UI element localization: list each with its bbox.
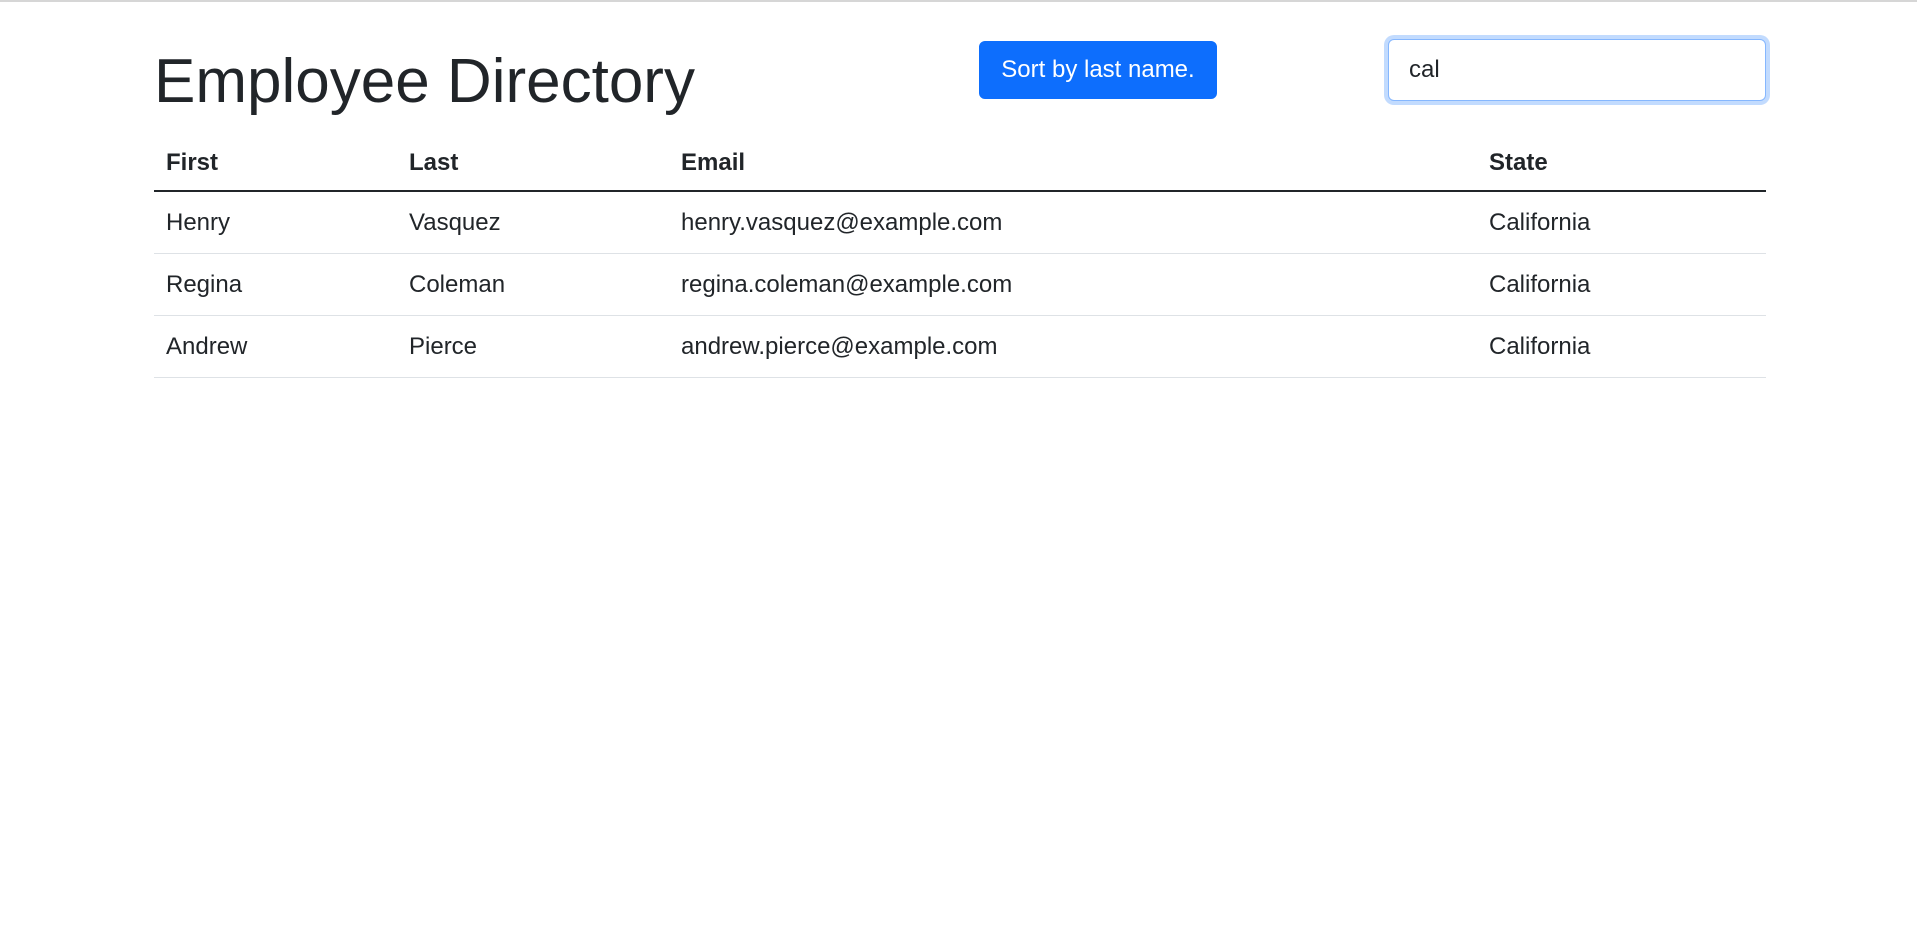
cell-last: Pierce — [397, 315, 669, 378]
page-title: Employee Directory — [154, 47, 695, 116]
table-row: Regina Coleman regina.coleman@example.co… — [154, 253, 1766, 316]
table-header: First Last Email State — [154, 136, 1766, 192]
cell-state: California — [1477, 315, 1766, 378]
search-input[interactable] — [1388, 39, 1766, 101]
sort-by-last-name-button[interactable]: Sort by last name. — [979, 41, 1217, 99]
column-header-email: Email — [669, 136, 1477, 192]
column-header-first: First — [154, 136, 397, 192]
cell-state: California — [1477, 191, 1766, 254]
column-header-last: Last — [397, 136, 669, 192]
cell-email: regina.coleman@example.com — [669, 253, 1477, 316]
cell-first: Regina — [154, 253, 397, 316]
cell-email: henry.vasquez@example.com — [669, 191, 1477, 254]
cell-state: California — [1477, 253, 1766, 316]
table-header-row: First Last Email State — [154, 136, 1766, 192]
cell-last: Coleman — [397, 253, 669, 316]
table-row: Andrew Pierce andrew.pierce@example.com … — [154, 315, 1766, 378]
cell-first: Andrew — [154, 315, 397, 378]
table-row: Henry Vasquez henry.vasquez@example.com … — [154, 191, 1766, 254]
cell-last: Vasquez — [397, 191, 669, 254]
cell-email: andrew.pierce@example.com — [669, 315, 1477, 378]
table-body: Henry Vasquez henry.vasquez@example.com … — [154, 191, 1766, 378]
top-divider — [0, 0, 1917, 2]
cell-first: Henry — [154, 191, 397, 254]
employee-table: First Last Email State Henry Vasquez hen… — [154, 136, 1766, 378]
column-header-state: State — [1477, 136, 1766, 192]
